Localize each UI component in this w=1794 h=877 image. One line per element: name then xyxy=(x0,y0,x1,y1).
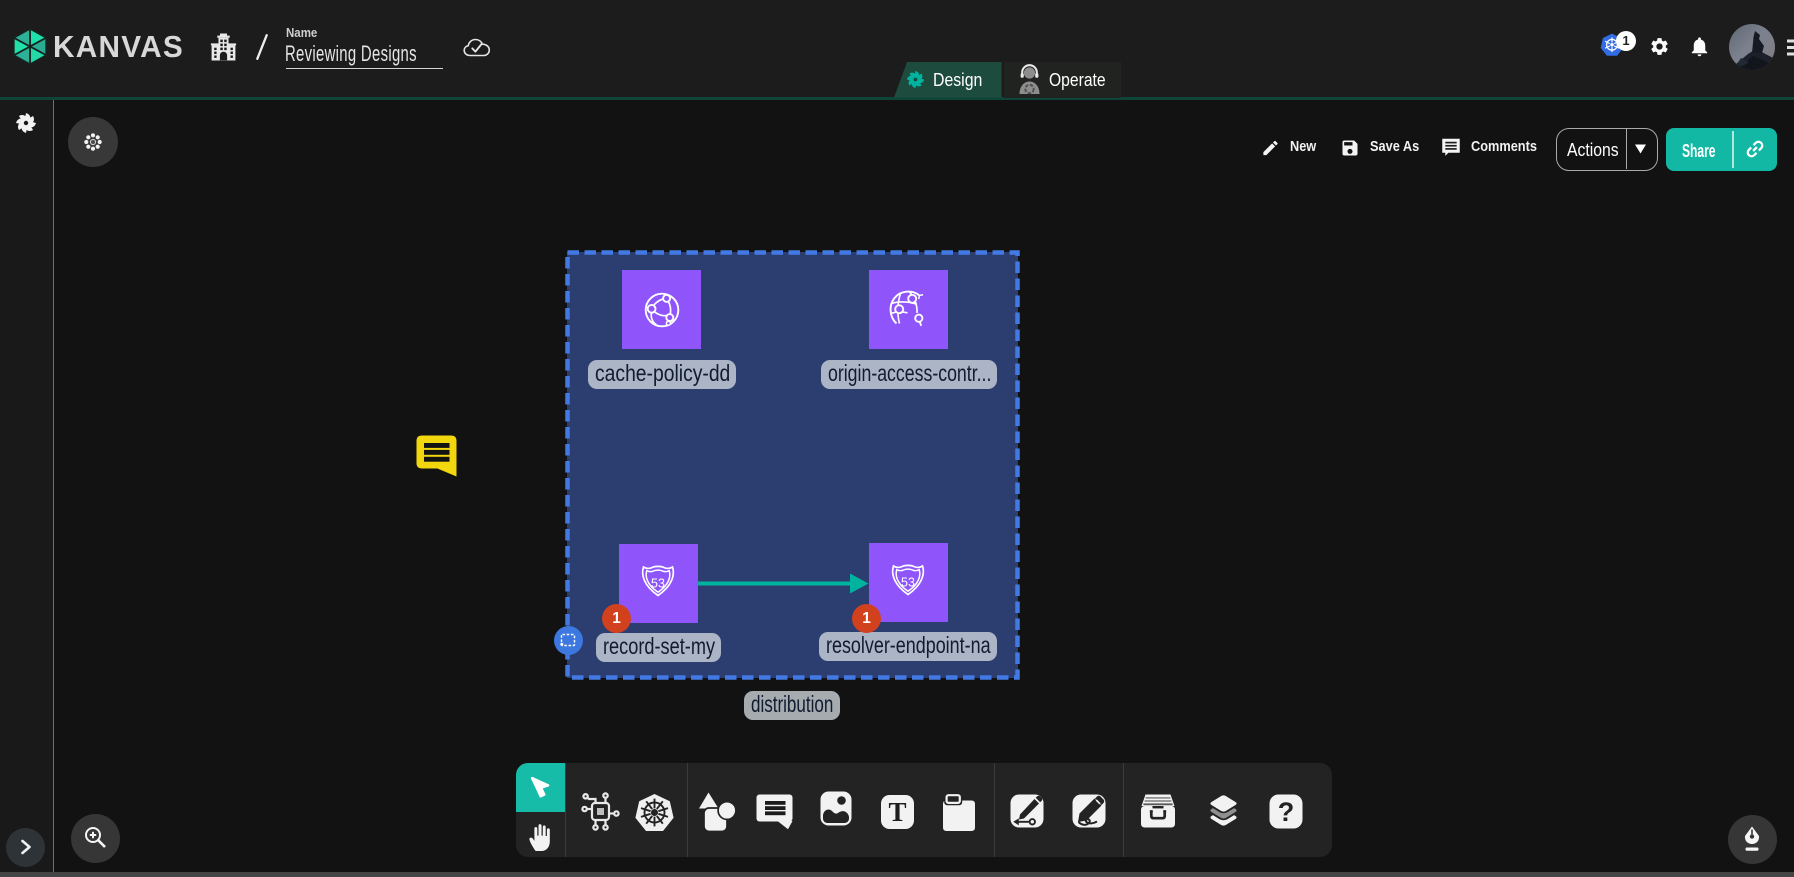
svg-text:53: 53 xyxy=(651,576,665,590)
svg-text:?: ? xyxy=(1278,797,1295,827)
svg-text:53: 53 xyxy=(901,575,915,589)
svg-text:T: T xyxy=(888,797,906,827)
